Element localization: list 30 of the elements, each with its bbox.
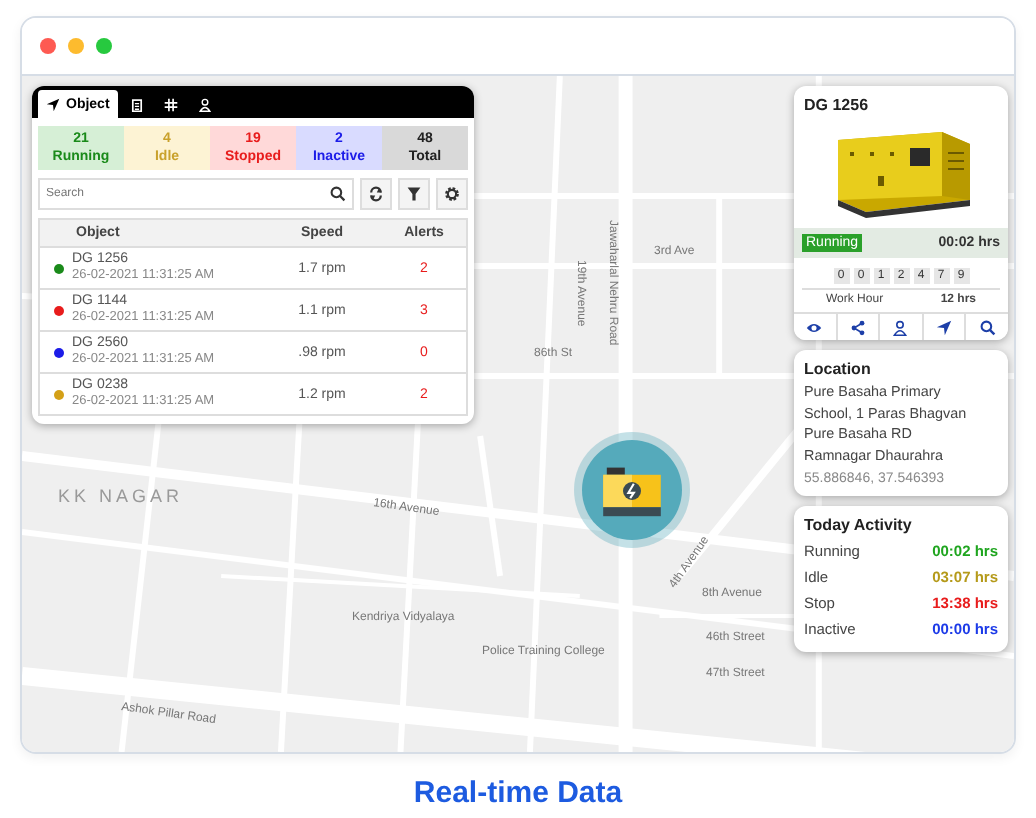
person-icon xyxy=(892,319,909,335)
navigate-button[interactable] xyxy=(923,314,967,340)
person-icon xyxy=(197,97,212,111)
card-title: Today Activity xyxy=(802,514,914,538)
window-maximize-dot[interactable] xyxy=(96,38,112,54)
window-close-dot[interactable] xyxy=(40,38,56,54)
map-label: KK NAGAR xyxy=(58,486,184,506)
filter-button[interactable] xyxy=(398,178,430,210)
caption: Real-time Data xyxy=(411,776,625,810)
grid-icon xyxy=(163,97,178,111)
zoom-icon xyxy=(979,319,996,335)
zoom-button[interactable] xyxy=(966,314,1008,340)
card-title: Location xyxy=(802,358,873,382)
share-button[interactable] xyxy=(837,314,881,340)
settings-icon xyxy=(444,186,460,202)
share-icon xyxy=(849,319,866,335)
window-minimize-dot[interactable] xyxy=(68,38,84,54)
clipboard-icon xyxy=(129,97,144,111)
eye-icon xyxy=(806,319,823,335)
settings-button[interactable] xyxy=(436,178,468,210)
refresh-icon xyxy=(368,186,384,202)
refresh-button[interactable] xyxy=(360,178,392,210)
search-icon xyxy=(330,186,346,202)
view-button[interactable] xyxy=(794,314,838,340)
navigation-arrow-icon xyxy=(936,319,953,335)
filter-icon xyxy=(406,186,422,202)
person-button[interactable] xyxy=(880,314,924,340)
navigation-arrow-icon xyxy=(46,97,60,111)
generator-map-marker[interactable] xyxy=(582,440,682,540)
card-title: DG 1256 xyxy=(802,94,871,118)
